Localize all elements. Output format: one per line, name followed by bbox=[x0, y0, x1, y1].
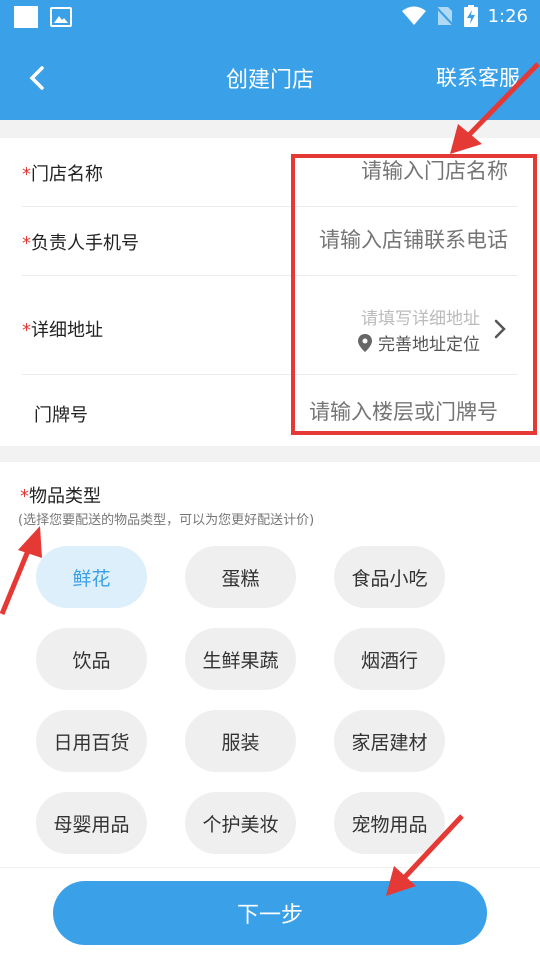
store-form: *门店名称 *负责人手机号 *详细地址 请填写详细地址 完善地址定位 门牌号 bbox=[0, 138, 540, 446]
store-name-row: *门店名称 bbox=[22, 138, 518, 207]
battery-charging-icon bbox=[463, 5, 478, 27]
item-type-section: *物品类型 (选择您要配送的物品类型，可以为您更好配送计价) 鲜花 蛋糕 食品小吃饮… bbox=[0, 462, 540, 867]
notification-square-icon bbox=[14, 6, 38, 28]
image-notification-icon bbox=[50, 7, 72, 27]
item-type-subtitle: (选择您要配送的物品类型，可以为您更好配送计价) bbox=[18, 513, 315, 528]
item-type-chip[interactable]: 食品小吃 bbox=[334, 546, 445, 608]
item-type-chip[interactable]: 生鲜果蔬 bbox=[185, 628, 296, 690]
item-type-chip[interactable]: 烟酒行 bbox=[334, 628, 445, 690]
item-type-chip[interactable]: 饮品 bbox=[36, 628, 147, 690]
item-type-chip[interactable]: 蛋糕 bbox=[185, 546, 296, 608]
status-time: 1:26 bbox=[487, 5, 528, 27]
required-mark: * bbox=[20, 486, 29, 507]
locate-address-label: 完善地址定位 bbox=[378, 335, 480, 355]
door-number-input[interactable] bbox=[236, 399, 500, 425]
item-type-chip[interactable]: 宠物用品 bbox=[334, 792, 445, 854]
item-type-title: 物品类型 bbox=[29, 486, 101, 507]
locate-address-link[interactable]: 完善地址定位 bbox=[358, 330, 480, 355]
no-sim-icon bbox=[435, 6, 454, 27]
chevron-right-icon bbox=[494, 319, 506, 339]
phone-input[interactable] bbox=[246, 227, 510, 253]
item-type-chip[interactable]: 日用百货 bbox=[36, 710, 147, 772]
app-bar: 创建门店 联系客服 bbox=[0, 36, 540, 120]
item-type-chip[interactable]: 母婴用品 bbox=[36, 792, 147, 854]
store-name-label: 门店名称 bbox=[31, 164, 103, 185]
phone-row: *负责人手机号 bbox=[22, 207, 518, 276]
store-name-input[interactable] bbox=[246, 158, 510, 184]
location-pin-icon bbox=[358, 333, 372, 352]
item-type-chip[interactable]: 家居建材 bbox=[334, 710, 445, 772]
required-mark: * bbox=[22, 233, 31, 254]
bottom-bar: 下一步 bbox=[0, 868, 540, 960]
required-mark: * bbox=[22, 164, 31, 185]
phone-label: 负责人手机号 bbox=[31, 233, 139, 254]
door-number-row: 门牌号 bbox=[22, 375, 518, 445]
required-mark: * bbox=[22, 320, 31, 341]
address-label: 详细地址 bbox=[31, 320, 103, 341]
item-type-chip[interactable]: 个护美妆 bbox=[185, 792, 296, 854]
address-row[interactable]: *详细地址 请填写详细地址 完善地址定位 bbox=[22, 276, 518, 375]
contact-service-button[interactable]: 联系客服 bbox=[436, 62, 520, 92]
item-type-chip[interactable]: 鲜花 bbox=[36, 546, 147, 608]
item-type-chip[interactable]: 服装 bbox=[185, 710, 296, 772]
wifi-icon bbox=[401, 6, 426, 25]
door-number-label: 门牌号 bbox=[34, 405, 88, 426]
address-hint: 请填写详细地址 bbox=[361, 309, 480, 329]
status-bar: 1:26 bbox=[0, 0, 540, 36]
next-step-button[interactable]: 下一步 bbox=[53, 881, 487, 945]
